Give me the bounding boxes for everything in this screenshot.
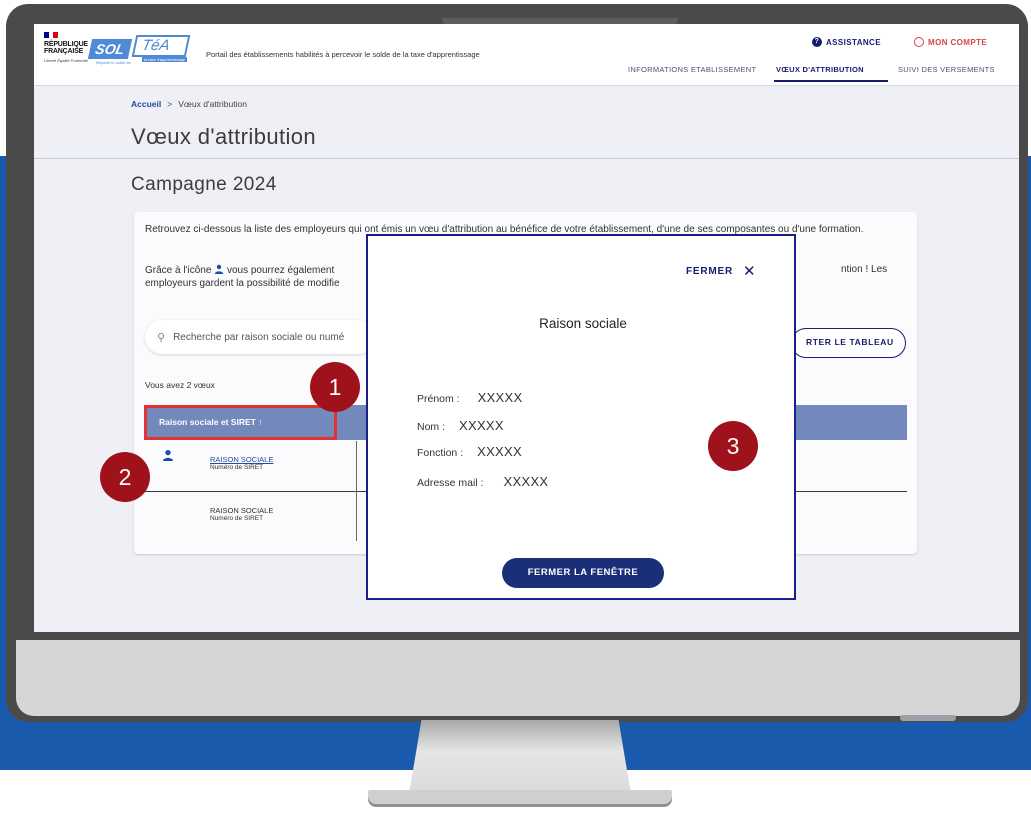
logo-sol: SOL (87, 39, 133, 59)
field-nom: Nom : XXXXX (417, 418, 504, 433)
modal-title: Raison sociale (539, 316, 627, 331)
breadcrumb-current: Vœux d'attribution (178, 99, 247, 109)
gov-name: RÉPUBLIQUE FRANÇAISE (44, 41, 88, 55)
siret-value: Numéro de SIRET (210, 464, 264, 471)
field-fonction: Fonction : XXXXX (417, 444, 522, 459)
field-value: XXXXX (503, 474, 549, 489)
monitor-chin (16, 640, 1020, 716)
solltea-logo[interactable]: SOL TéA Répartir le solde de la taxe d'a… (87, 35, 200, 65)
field-adresse-mail: Adresse mail : XXXXX (417, 474, 548, 489)
illustration-stage: RÉPUBLIQUE FRANÇAISE Liberté Égalité Fra… (0, 0, 1031, 835)
icon-hint-rest: vous pourrez également (226, 265, 335, 276)
person-icon[interactable] (162, 449, 174, 461)
monitor-stand-base (368, 790, 672, 804)
raison-sociale-text: RAISON SOCIALE (210, 506, 274, 515)
monitor-camera-notch (442, 18, 678, 24)
nav-suivi-versements[interactable]: SUIVI DES VERSEMENTS (898, 65, 995, 74)
search-icon: ⚲ (157, 331, 166, 344)
breadcrumb-home[interactable]: Accueil (131, 99, 161, 109)
icon-hint-line2: employeurs gardent la possibilité de mod… (145, 278, 340, 289)
monitor-chin-accent (900, 715, 956, 721)
assistance-label: ASSISTANCE (826, 37, 881, 47)
export-table-button[interactable]: RTER LE TABLEAU (791, 328, 906, 358)
close-icon: ✕ (743, 262, 757, 280)
icon-hint-paragraph: Grâce à l'icône vous pourrez également e… (145, 264, 375, 290)
field-label: Prénom : (417, 393, 460, 405)
logo-tea-subtitle: la taxe d'apprentissage (142, 57, 188, 62)
sort-column-raison-sociale[interactable]: Raison sociale et SIRET ↑ (144, 405, 337, 440)
siret-value: Numéro de SIRET (210, 515, 264, 522)
logo-sol-subtitle: Répartir le solde de (96, 60, 131, 65)
field-value: XXXXX (477, 444, 522, 459)
voeux-count: Vous avez 2 vœux (145, 380, 215, 390)
icon-hint-start: Grâce à l'icône (145, 265, 212, 276)
french-flag-icon (44, 32, 59, 38)
callout-3: 3 (708, 421, 758, 471)
nav-active-indicator (774, 80, 888, 82)
callout-1: 1 (310, 362, 360, 412)
breadcrumb: Accueil > Vœux d'attribution (131, 99, 247, 109)
contact-modal: FERMER ✕ Raison sociale Prénom : XXXXX No… (366, 234, 796, 600)
title-divider (34, 158, 1019, 159)
person-icon (214, 264, 224, 274)
user-circle-icon (914, 37, 924, 47)
field-value: XXXXX (477, 390, 523, 405)
close-window-button[interactable]: FERMER LA FENÊTRE (502, 558, 664, 588)
field-label: Adresse mail : (417, 477, 484, 489)
search-placeholder: Recherche par raison sociale ou numé (173, 331, 345, 343)
site-header: RÉPUBLIQUE FRANÇAISE Liberté Égalité Fra… (34, 24, 1019, 86)
assistance-link[interactable]: ? ASSISTANCE (812, 37, 881, 47)
modal-close-button[interactable]: FERMER ✕ (686, 262, 757, 280)
nav-voeux-attribution[interactable]: VŒUX D'ATTRIBUTION (776, 65, 864, 74)
question-circle-icon: ? (812, 37, 822, 47)
account-link[interactable]: MON COMPTE (914, 37, 987, 47)
account-label: MON COMPTE (928, 37, 988, 47)
modal-close-label: FERMER (686, 266, 734, 277)
portal-description: Portail des établissements habilités à p… (206, 50, 480, 59)
raison-sociale-link[interactable]: RAISON SOCIALE (210, 455, 273, 464)
republique-francaise-logo[interactable]: RÉPUBLIQUE FRANÇAISE Liberté Égalité Fra… (44, 32, 90, 76)
field-label: Nom : (417, 421, 446, 433)
field-label: Fonction : (417, 447, 464, 459)
field-value: XXXXX (459, 418, 504, 433)
callout-2: 2 (100, 452, 150, 502)
gov-motto: Liberté Égalité Fraternité (44, 58, 88, 63)
page-title: Vœux d'attribution (131, 124, 317, 149)
monitor-stand (408, 720, 632, 800)
nav-informations-etablissement[interactable]: INFORMATIONS ETABLISSEMENT (628, 65, 756, 74)
icon-hint-end: ntion ! Les (841, 264, 888, 275)
monitor-screen: RÉPUBLIQUE FRANÇAISE Liberté Égalité Fra… (34, 24, 1019, 632)
campaign-title: Campagne 2024 (131, 174, 277, 195)
column-divider (356, 441, 357, 541)
logo-tea: TéA (131, 35, 191, 57)
search-input[interactable]: ⚲ Recherche par raison sociale ou numé (145, 320, 375, 354)
field-prenom: Prénom : XXXXX (417, 390, 522, 405)
breadcrumb-separator: > (167, 99, 173, 109)
